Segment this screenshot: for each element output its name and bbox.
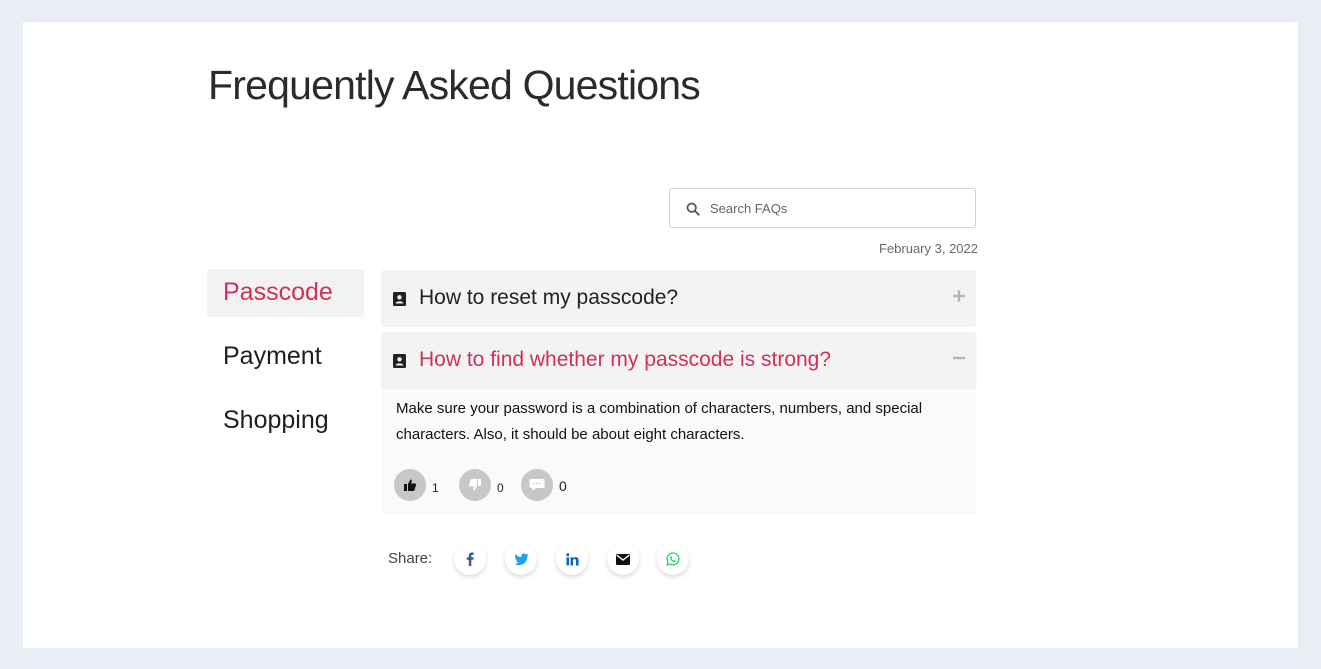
- category-item-payment[interactable]: Payment: [207, 333, 364, 381]
- page-title: Frequently Asked Questions: [208, 62, 701, 108]
- faq-question-strength[interactable]: How to find whether my passcode is stron…: [381, 332, 976, 389]
- plus-icon[interactable]: [952, 289, 966, 303]
- share-email-button[interactable]: [607, 543, 639, 575]
- thumbs-down-icon: [459, 469, 491, 501]
- contact-card-icon: [393, 292, 406, 306]
- thumbs-up-icon: [394, 469, 426, 501]
- linkedin-icon: [565, 552, 579, 565]
- search-box[interactable]: [669, 188, 976, 228]
- category-item-shopping[interactable]: Shopping: [207, 397, 364, 445]
- contact-card-icon: [393, 354, 406, 368]
- whatsapp-icon: [666, 552, 680, 566]
- faq-panel: Frequently Asked Questions February 3, 2…: [23, 22, 1298, 648]
- email-icon: [616, 553, 630, 565]
- share-twitter-button[interactable]: [505, 543, 537, 575]
- twitter-icon: [513, 553, 529, 565]
- share-facebook-button[interactable]: [454, 543, 486, 575]
- comment-icon: [521, 469, 553, 501]
- share-label: Share:: [388, 550, 433, 567]
- category-list: Passcode Payment Shopping: [207, 269, 364, 461]
- category-item-passcode[interactable]: Passcode: [207, 269, 364, 317]
- dislike-count: 0: [497, 481, 504, 495]
- facebook-icon: [466, 552, 474, 566]
- share-linkedin-button[interactable]: [556, 543, 588, 575]
- faq-date: February 3, 2022: [878, 241, 978, 256]
- share-whatsapp-button[interactable]: [657, 543, 689, 575]
- faq-question-reset[interactable]: How to reset my passcode?: [381, 270, 976, 327]
- search-icon: [686, 202, 700, 216]
- comment-count: 0: [559, 478, 567, 494]
- search-input[interactable]: [710, 189, 965, 227]
- faq-question-text: How to find whether my passcode is stron…: [419, 348, 832, 371]
- like-count: 1: [432, 481, 439, 495]
- faq-question-text: How to reset my passcode?: [419, 286, 679, 309]
- faq-answer-text: Make sure your password is a combination…: [396, 400, 923, 443]
- faq-answer: Make sure your password is a combination…: [381, 389, 976, 514]
- minus-icon[interactable]: [952, 351, 966, 365]
